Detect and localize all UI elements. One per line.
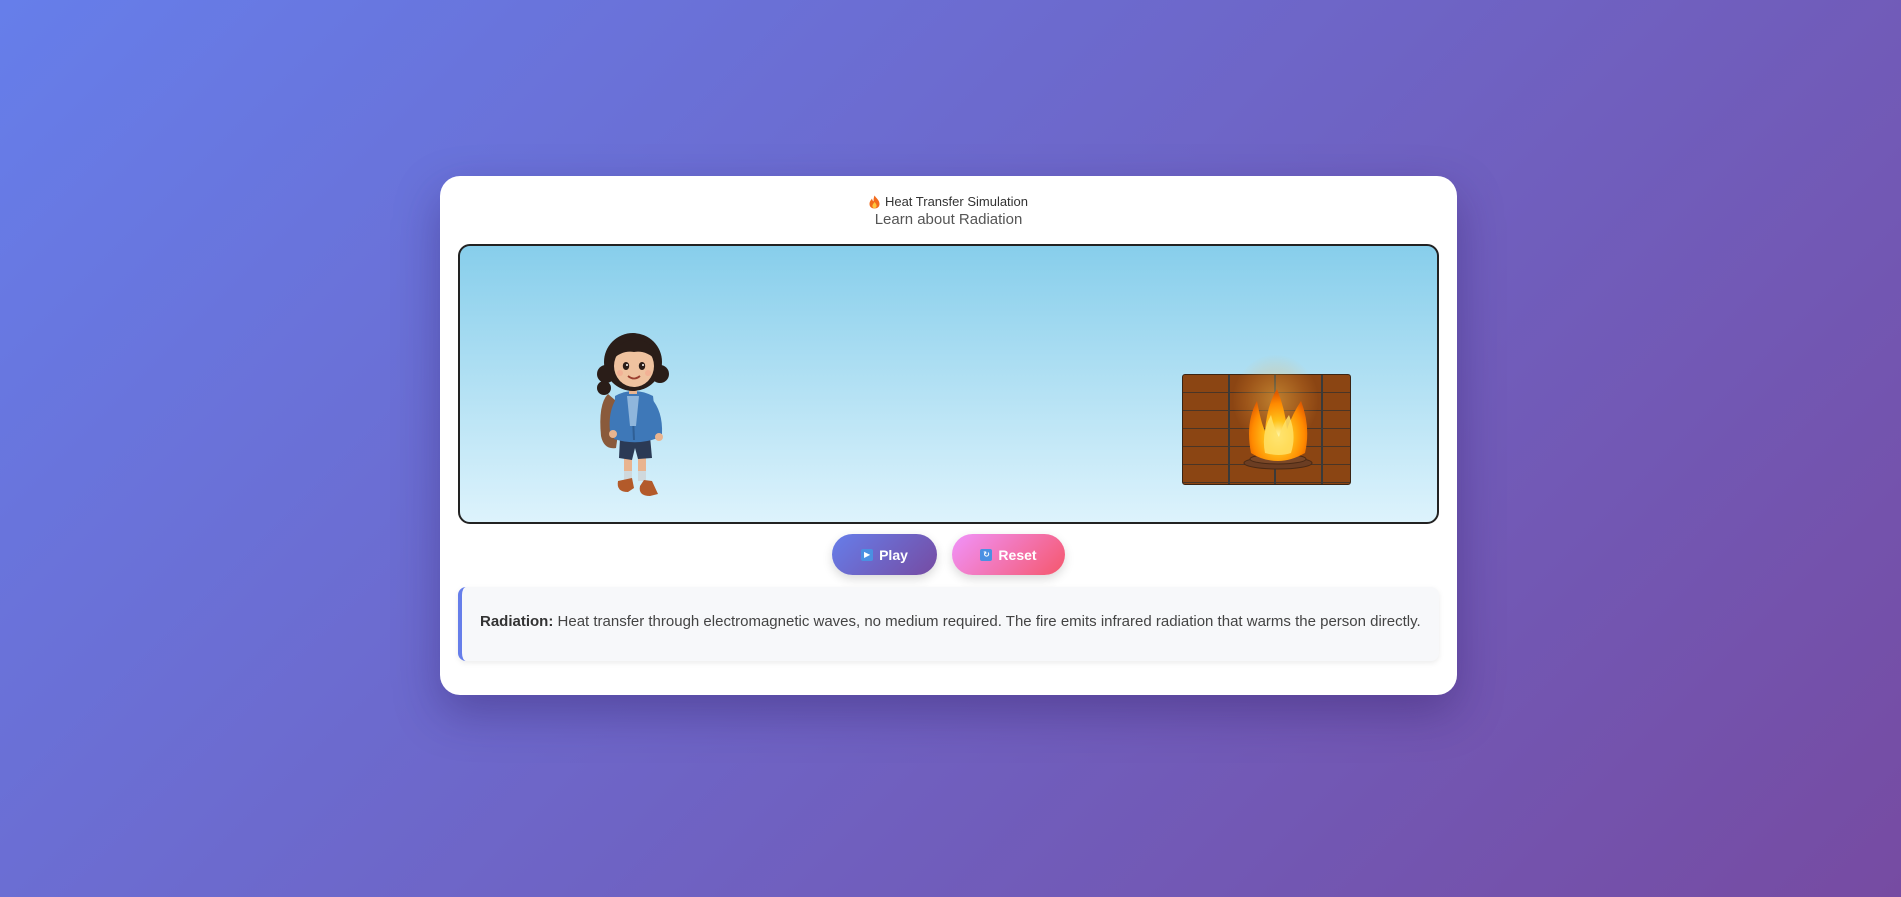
fireplace <box>1182 355 1351 485</box>
play-button-label: Play <box>879 546 908 563</box>
info-panel: Radiation: Heat transfer through electro… <box>458 587 1439 661</box>
reset-button[interactable]: ↻ Reset <box>952 534 1065 575</box>
simulation-card: Heat Transfer Simulation Learn about Rad… <box>440 176 1457 695</box>
simulation-scene <box>458 244 1439 524</box>
person-character <box>597 333 669 496</box>
reset-button-label: Reset <box>998 546 1037 563</box>
page-subtitle: Learn about Radiation <box>874 211 1023 228</box>
fire-icon <box>869 195 880 208</box>
info-term: Radiation: <box>480 613 554 630</box>
play-button[interactable]: ▶ Play <box>832 534 937 575</box>
controls: ▶ Play ↻ Reset <box>440 534 1457 575</box>
page-title: Heat Transfer Simulation <box>440 194 1457 209</box>
play-icon: ▶ <box>861 548 874 561</box>
fire-flame <box>1243 389 1313 470</box>
reset-icon: ↻ <box>980 548 993 561</box>
title-text: Heat Transfer Simulation <box>884 194 1029 209</box>
info-description: Heat transfer through electromagnetic wa… <box>557 613 1421 630</box>
